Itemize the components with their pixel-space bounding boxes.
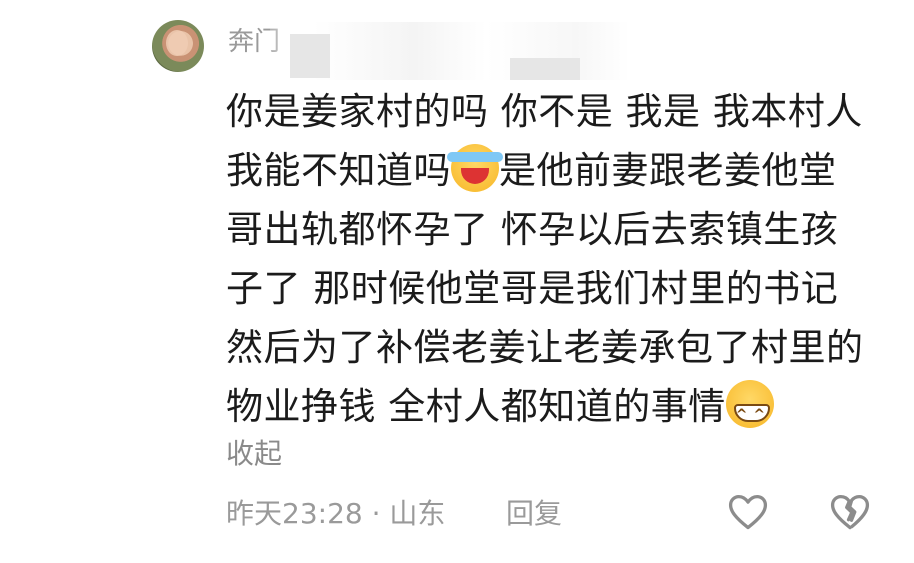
comment-time: 昨天23:28	[226, 497, 363, 530]
grinning-emoji-icon	[725, 380, 774, 445]
meta-separator: ·	[362, 497, 390, 530]
blurred-username-mask	[270, 22, 630, 80]
comment-segment: 物业挣钱 全村人都知道的事情	[226, 385, 726, 428]
comment-line: 哥出轨都怀孕了 怀孕以后去索镇生孩	[226, 208, 839, 251]
comment-text: 你是姜家村的吗 你不是 我是 我本村人 我能不知道吗 是他前妻跟老姜他堂 哥出轨都…	[226, 82, 886, 445]
dislike-button[interactable]	[828, 490, 872, 534]
broken-heart-icon	[830, 494, 870, 530]
reply-button[interactable]: 回复	[506, 492, 562, 532]
comment-meta: 昨天23:28 · 山东	[226, 492, 445, 532]
avatar[interactable]	[152, 20, 204, 72]
like-button[interactable]	[726, 490, 770, 534]
comment-line: 子了 那时候他堂哥是我们村里的书记	[226, 267, 839, 310]
comment-line: 然后为了补偿老姜让老姜承包了村里的	[226, 326, 864, 369]
collapse-button[interactable]: 收起	[226, 432, 282, 472]
comment-segment: 我能不知道吗	[226, 149, 451, 192]
comment-line: 物业挣钱 全村人都知道的事情	[226, 377, 886, 445]
comment-line: 我能不知道吗 是他前妻跟老姜他堂	[226, 141, 886, 200]
laughing-crying-emoji-icon	[447, 144, 503, 192]
comment-line: 你是姜家村的吗 你不是 我是 我本村人	[226, 90, 863, 133]
comment-location: 山东	[389, 497, 446, 530]
heart-outline-icon	[728, 494, 768, 530]
comment-segment: 是他前妻跟老姜他堂	[499, 149, 837, 192]
